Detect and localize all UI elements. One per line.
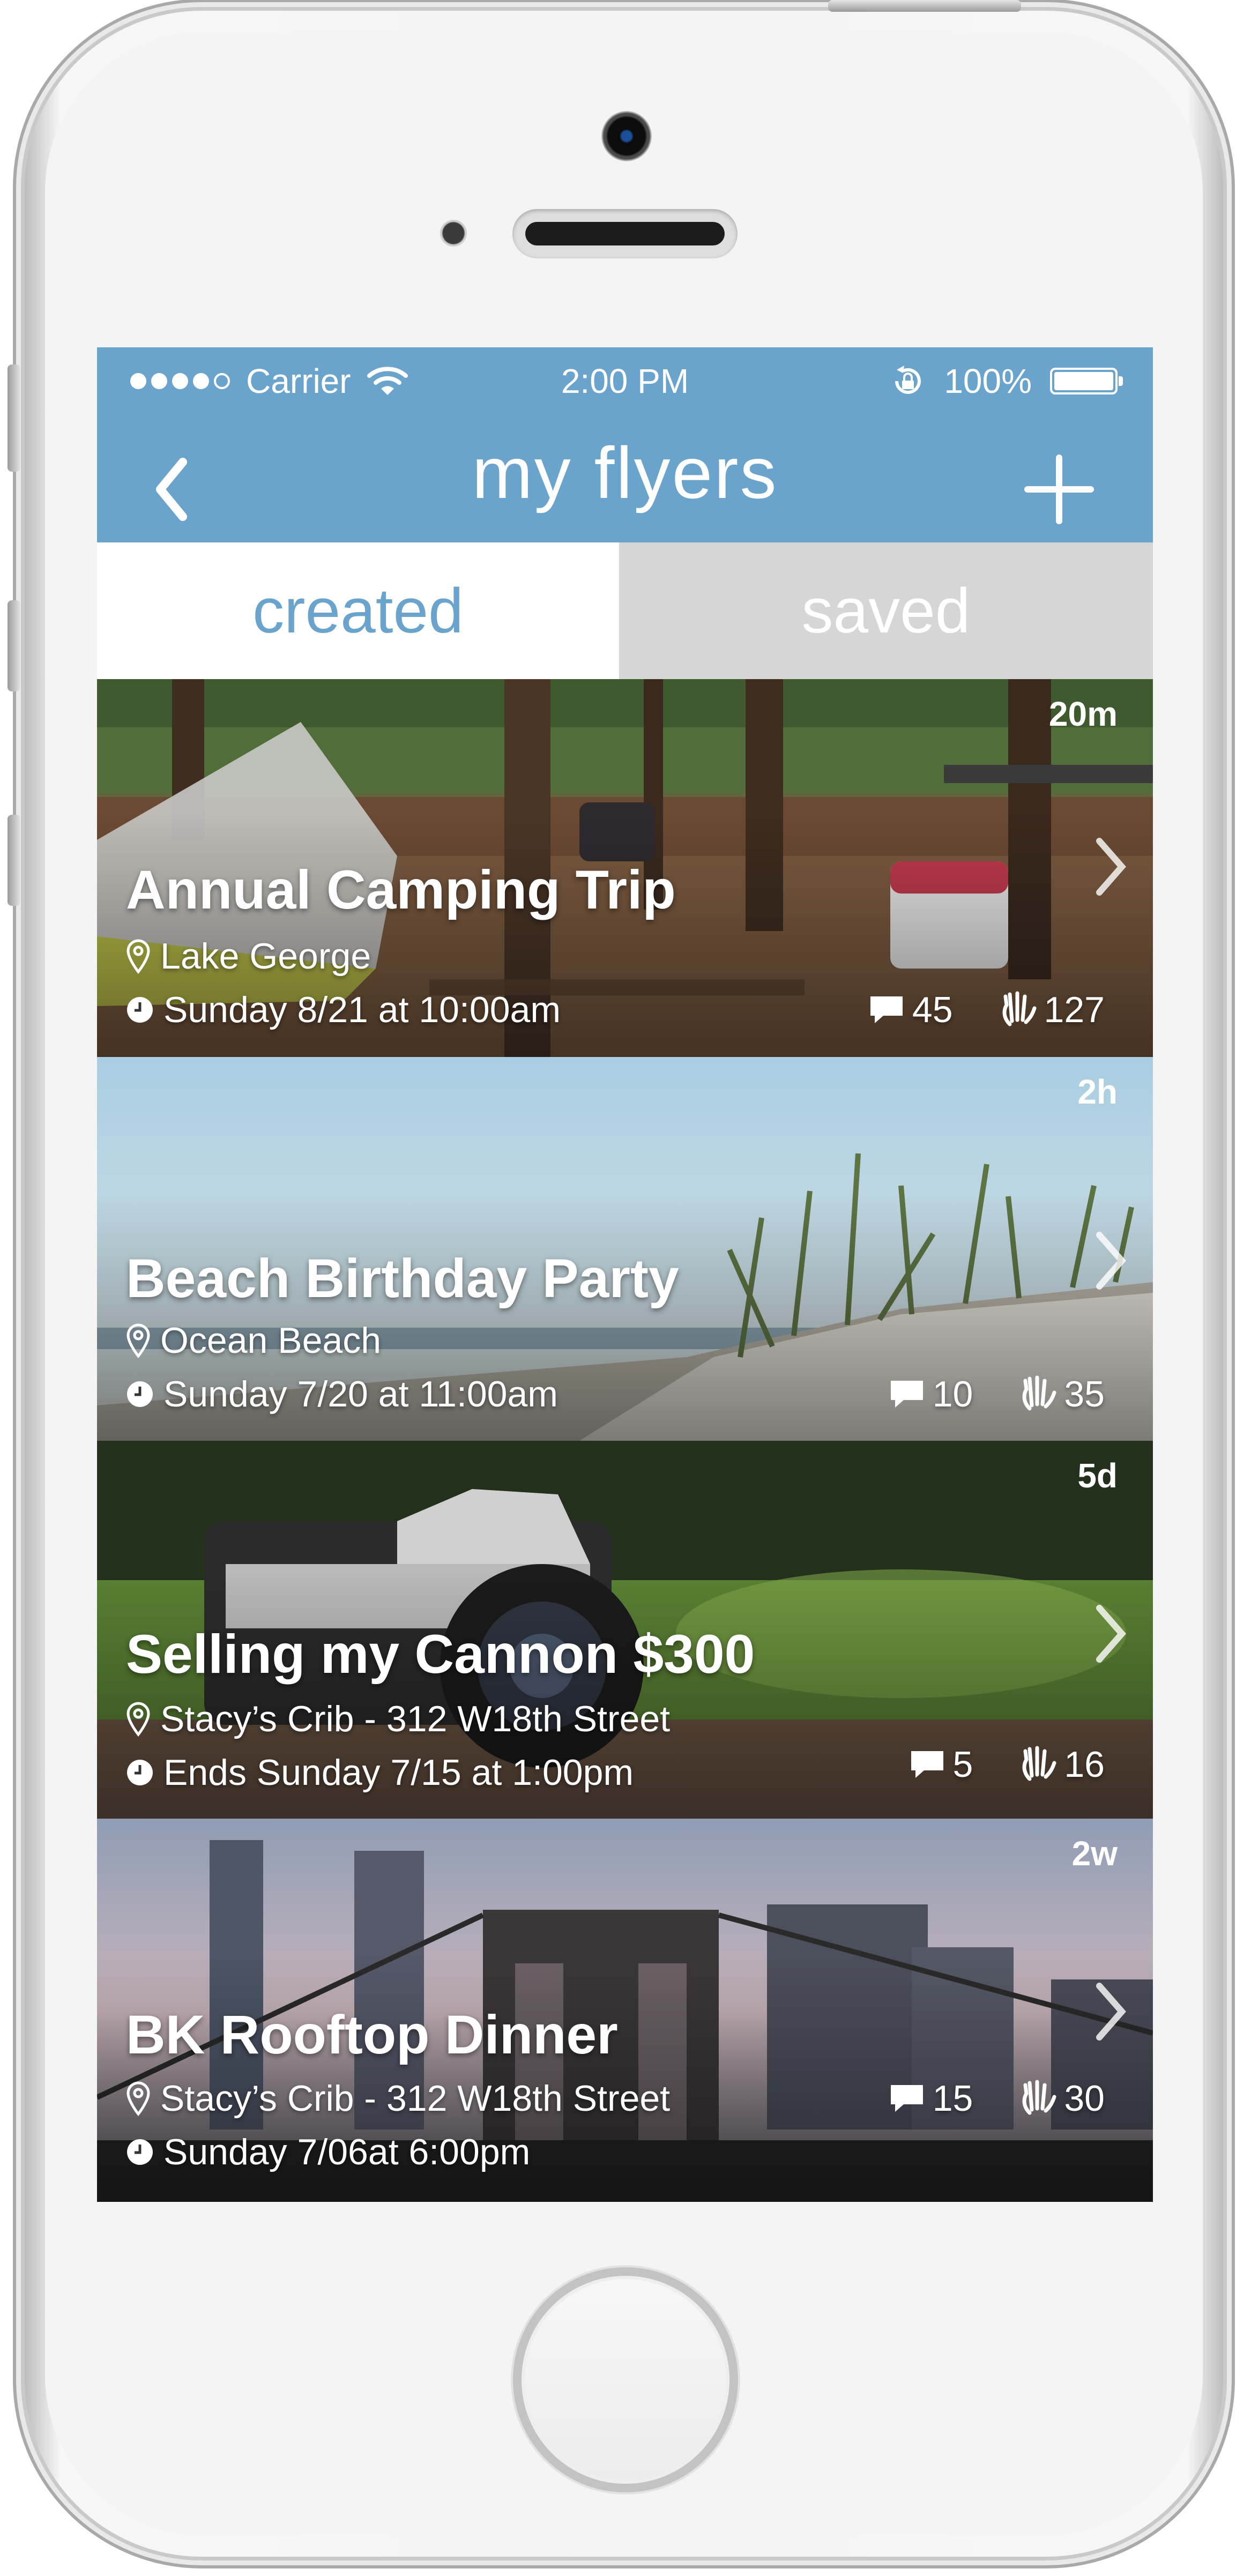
- flyer-card[interactable]: 5d Selling my Cannon $300 Stacy’s Crib -…: [97, 1441, 1153, 1819]
- flyer-location: Stacy’s Crib - 312 W18th Street: [126, 2078, 670, 2119]
- flyer-age: 5d: [1077, 1456, 1118, 1495]
- wave-count: 30: [1064, 2078, 1105, 2119]
- flyer-datetime: Sunday 7/06at 6:00pm: [126, 2131, 530, 2173]
- flyer-title: Annual Camping Trip: [126, 859, 676, 920]
- flyer-datetime: Sunday 8/21 at 10:00am: [126, 989, 561, 1031]
- rotation-lock-icon: [895, 366, 921, 394]
- flyer-card[interactable]: 2w BK Rooftop Dinner Stacy’s Crib - 312 …: [97, 1819, 1153, 2202]
- navigation-bar: my flyers: [97, 412, 1153, 542]
- chevron-right-icon: [1096, 1983, 1126, 2041]
- comment-count: 15: [932, 2078, 973, 2119]
- wave-hand-icon: [1022, 1746, 1056, 1781]
- comment-count: 10: [932, 1374, 973, 1414]
- volume-up-button: [8, 600, 20, 691]
- comment-count: 45: [912, 989, 953, 1030]
- wave-count: 127: [1044, 989, 1105, 1030]
- status-bar: Carrier 2:00 PM 100%: [97, 347, 1153, 412]
- flyer-stats: 15 30: [889, 2078, 1105, 2119]
- flyer-age: 2w: [1071, 1834, 1118, 1873]
- app-screen: Carrier 2:00 PM 100% my flyers created s…: [97, 347, 1153, 2202]
- sleep-button: [828, 0, 1021, 12]
- wave-hand-icon: [1022, 1375, 1056, 1411]
- clock-icon: [127, 1760, 153, 1785]
- location-pin-icon: [126, 1323, 150, 1358]
- flyer-title: Beach Birthday Party: [126, 1248, 679, 1309]
- location-text: Ocean Beach: [160, 1320, 382, 1361]
- datetime-text: Sunday 7/06at 6:00pm: [163, 2132, 531, 2172]
- location-text: Stacy’s Crib - 312 W18th Street: [160, 1699, 671, 1739]
- flyer-age: 2h: [1077, 1073, 1118, 1111]
- datetime-text: Sunday 7/20 at 11:00am: [163, 1374, 558, 1414]
- flyer-title: Selling my Cannon $300: [126, 1624, 755, 1685]
- flyer-location: Lake George: [126, 935, 371, 977]
- clock-icon: [127, 1381, 153, 1407]
- comment-icon: [911, 1751, 943, 1778]
- comment-icon: [890, 2085, 923, 2112]
- battery-icon: [1050, 368, 1123, 394]
- wave-hand-icon: [1002, 991, 1037, 1026]
- location-text: Stacy’s Crib - 312 W18th Street: [160, 2078, 671, 2119]
- front-camera: [601, 111, 652, 161]
- location-pin-icon: [126, 1702, 150, 1737]
- flyer-datetime: Ends Sunday 7/15 at 1:00pm: [126, 1752, 634, 1793]
- plus-icon[interactable]: [1024, 455, 1094, 524]
- comment-icon: [870, 996, 903, 1023]
- page-title: my flyers: [472, 432, 778, 513]
- tab-created[interactable]: created: [97, 542, 619, 679]
- comment-icon: [890, 1381, 923, 1408]
- volume-down-button: [8, 815, 20, 906]
- flyer-card[interactable]: 2h Beach Birthday Party Ocean Beach Sund…: [97, 1057, 1153, 1441]
- mute-switch: [8, 364, 20, 472]
- wave-hand-icon: [1022, 2080, 1056, 2115]
- proximity-sensor: [440, 220, 467, 247]
- location-text: Lake George: [160, 936, 371, 977]
- segmented-tabs: created saved: [97, 542, 1153, 679]
- flyer-location: Ocean Beach: [126, 1320, 381, 1361]
- comment-count: 5: [952, 1744, 973, 1785]
- flyer-stats: 10 35: [889, 1373, 1105, 1415]
- flyer-card[interactable]: 20m Annual Camping Trip Lake George Sund…: [97, 679, 1153, 1057]
- wave-count: 16: [1064, 1744, 1105, 1785]
- flyer-stats: 45 127: [868, 989, 1105, 1031]
- tab-saved[interactable]: saved: [619, 542, 1153, 679]
- earpiece-speaker: [512, 209, 738, 258]
- location-pin-icon: [126, 2081, 150, 2116]
- datetime-text: Sunday 8/21 at 10:00am: [163, 989, 561, 1030]
- chevron-right-icon: [1096, 1232, 1126, 1290]
- battery-percentage: 100%: [944, 362, 1032, 400]
- flyer-datetime: Sunday 7/20 at 11:00am: [126, 1373, 558, 1415]
- wave-count: 35: [1064, 1374, 1105, 1414]
- flyer-title: BK Rooftop Dinner: [126, 2004, 618, 2065]
- clock-icon: [127, 2139, 153, 2165]
- location-pin-icon: [126, 939, 150, 974]
- chevron-right-icon: [1096, 838, 1126, 896]
- flyer-age: 20m: [1048, 695, 1118, 733]
- clock-icon: [127, 997, 153, 1023]
- home-button[interactable]: [513, 2267, 738, 2492]
- flyer-location: Stacy’s Crib - 312 W18th Street: [126, 1698, 670, 1740]
- status-right: 100%: [890, 361, 1123, 401]
- datetime-text: Ends Sunday 7/15 at 1:00pm: [163, 1752, 634, 1793]
- flyer-stats: 5 16: [909, 1744, 1105, 1785]
- chevron-right-icon: [1096, 1605, 1126, 1663]
